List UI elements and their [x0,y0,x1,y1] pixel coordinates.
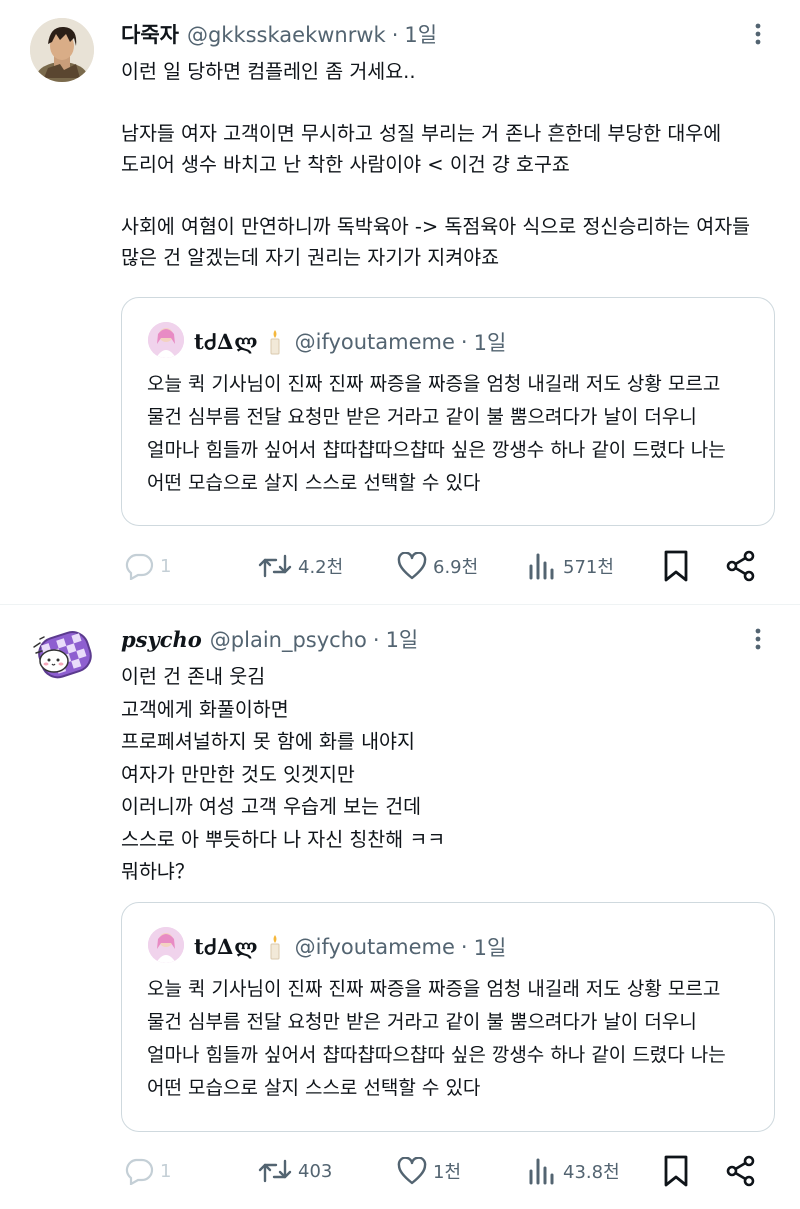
quote-time: 1일 [473,936,507,960]
reply-count: 1 [160,555,172,577]
candle-icon [270,935,280,960]
reply-icon [125,553,154,580]
bookmark-icon [664,550,688,582]
post-text: 이런 건 존내 웃김 고객에게 화풀이하면 프로페셔널하지 못 함에 화를 내야… [121,665,446,883]
like-count: 1천 [433,1162,462,1183]
like-button[interactable]: 1천 [397,1151,461,1191]
share-icon [726,550,755,582]
quote-handle: @ifyoutameme [294,935,455,959]
reply-count: 1 [160,1160,172,1182]
post-time[interactable]: 1일 [404,19,437,49]
post[interactable]: 다죽자 @gkksskaekwnrwk · 1일 이런 일 당하면 컴플레인 좀… [0,0,800,604]
more-vertical-icon[interactable] [746,22,770,46]
heart-icon [397,552,427,580]
quote-author-name: tᏧ∆ლ [194,934,259,959]
quote-header: tᏧ∆ლ @ifyoutameme · 1일 [194,932,506,962]
repost-count: 4.2천 [298,557,344,578]
author-handle[interactable]: @gkksskaekwnrwk [187,23,386,47]
views-button[interactable]: 571천 [527,546,614,586]
quote-text: 오늘 퀵 기사님이 진짜 진짜 짜증을 짜증을 엄청 내길래 저도 상황 모르고… [147,373,726,494]
bookmark-button[interactable] [662,546,696,586]
quote-text: 오늘 퀵 기사님이 진짜 진짜 짜증을 짜증을 엄청 내길래 저도 상황 모르고… [147,978,726,1099]
reply-button[interactable]: 1 [124,1151,171,1191]
quoted-post[interactable]: tᏧ∆ლ @ifyoutameme · 1일 오늘 퀵 기사님이 진짜 진짜 짜… [121,297,775,526]
quote-time: 1일 [473,331,507,355]
separator-dot: · [391,23,399,47]
bookmark-icon [664,1155,688,1187]
share-button[interactable] [725,1151,763,1191]
view-count: 43.8천 [563,1162,620,1183]
bookmark-button[interactable] [662,1151,696,1191]
quote-header: tᏧ∆ლ @ifyoutameme · 1일 [194,327,506,357]
repost-count: 403 [298,1160,333,1182]
views-button[interactable]: 43.8천 [527,1151,620,1191]
views-icon [529,1158,554,1185]
share-button[interactable] [725,546,763,586]
post-text: 이런 일 당하면 컴플레인 좀 거세요.. 남자들 여자 고객이면 무시하고 성… [121,60,751,269]
views-icon [529,553,554,580]
repost-icon [258,554,292,578]
separator-dot: · [460,330,468,354]
like-button[interactable]: 6.9천 [397,546,478,586]
post[interactable]: psycho @plain_psycho · 1일 이런 건 존내 웃김 고객에… [0,605,800,1209]
action-bar: 1 4.2천 6.9천 571천 [0,546,800,586]
avatar[interactable] [30,621,94,685]
more-vertical-icon[interactable] [746,627,770,651]
separator-dot: · [372,628,380,652]
quote-avatar [148,322,184,358]
reply-icon [125,1158,154,1185]
share-icon [726,1155,755,1187]
action-bar: 1 403 1천 43.8천 [0,1151,800,1191]
author-name[interactable]: psycho [121,627,202,652]
repost-button[interactable]: 4.2천 [258,546,343,586]
author-handle[interactable]: @plain_psycho [210,628,367,652]
quoted-post[interactable]: tᏧ∆ლ @ifyoutameme · 1일 오늘 퀵 기사님이 진짜 진짜 짜… [121,902,775,1132]
author-name[interactable]: 다죽자 [121,19,179,49]
repost-icon [258,1159,292,1183]
quote-avatar [148,927,184,963]
reply-button[interactable]: 1 [124,546,171,586]
avatar[interactable] [30,18,94,82]
quote-author-name: tᏧ∆ლ [194,329,259,354]
quote-handle: @ifyoutameme [294,330,455,354]
separator-dot: · [460,935,468,959]
heart-icon [397,1157,427,1185]
post-header: 다죽자 @gkksskaekwnrwk · 1일 [121,19,437,49]
candle-icon [270,330,280,355]
post-header: psycho @plain_psycho · 1일 [121,624,418,654]
like-count: 6.9천 [433,557,479,578]
view-count: 571천 [563,557,614,578]
repost-button[interactable]: 403 [258,1151,332,1191]
post-time[interactable]: 1일 [386,624,419,654]
